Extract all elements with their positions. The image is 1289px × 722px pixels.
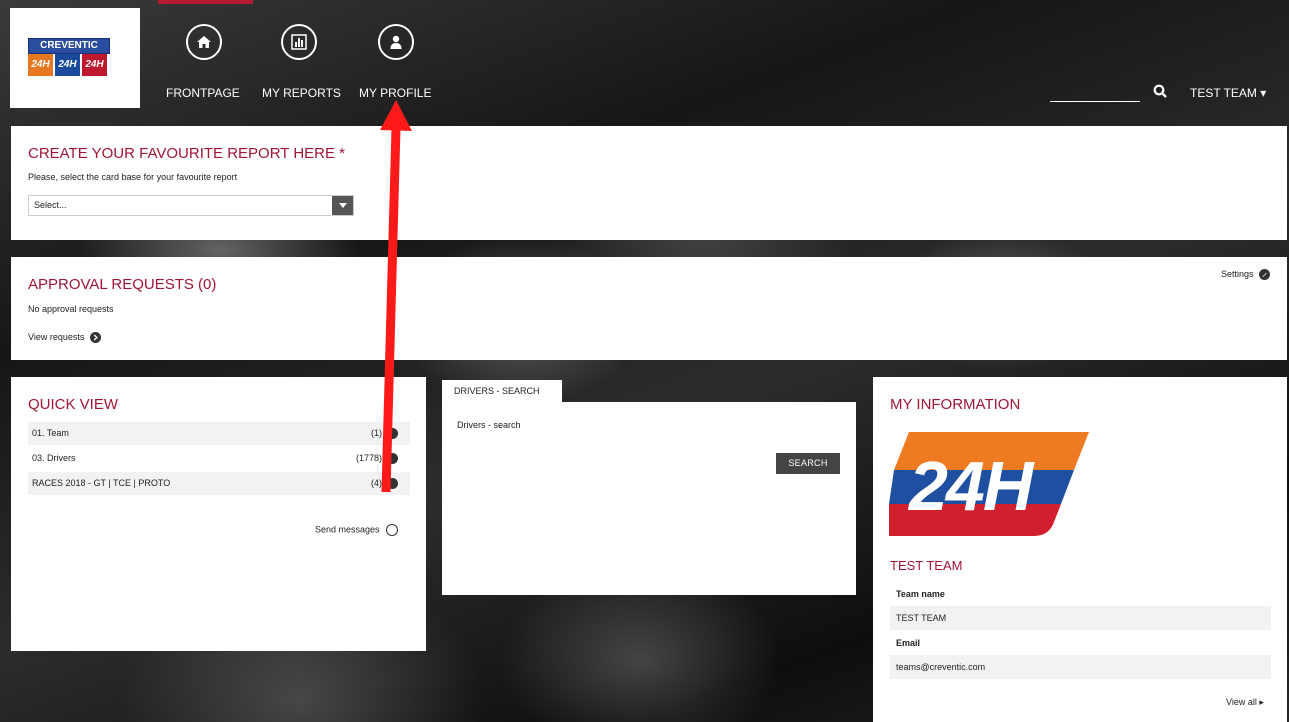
email-value: teams@creventic.com <box>890 655 1271 679</box>
logo-tile: 24H <box>82 54 107 76</box>
list-item[interactable]: RACES 2018 - GT | TCE | PROTO (4) <box>28 472 410 495</box>
team-title: TEST TEAM <box>890 558 963 573</box>
quick-view-panel: QUICK VIEW <box>11 377 426 651</box>
list-item-label: 01. Team <box>32 428 69 438</box>
arrow-circle-icon <box>387 428 398 439</box>
view-all-link[interactable]: View all ▸ <box>1226 697 1264 708</box>
bar-chart-icon[interactable] <box>281 24 317 60</box>
drivers-search-panel: Drivers - search <box>442 402 856 595</box>
list-item-label: RACES 2018 - GT | TCE | PROTO <box>32 478 171 488</box>
logo-tile: 24H <box>55 54 80 76</box>
user-menu[interactable]: TEST TEAM ▾ <box>1190 86 1266 100</box>
card-base-select[interactable]: Select... <box>28 195 354 216</box>
logo-tile: 24H <box>28 54 53 76</box>
home-icon[interactable] <box>186 24 222 60</box>
team-name-value: TEST TEAM <box>890 606 1271 630</box>
approval-requests-panel: APPROVAL REQUESTS (0) No approval reques… <box>11 257 1287 360</box>
nav-frontpage[interactable]: FRONTPAGE <box>166 86 240 100</box>
logo-title: CREVENTIC <box>28 38 110 54</box>
list-item[interactable]: 01. Team (1) <box>28 422 410 445</box>
search-input[interactable] <box>1050 101 1140 102</box>
list-item[interactable]: 03. Drivers (1778) <box>28 447 410 470</box>
favourite-title: CREATE YOUR FAVOURITE REPORT HERE * <box>28 145 346 162</box>
arrow-circle-icon <box>387 453 398 464</box>
email-label: Email <box>896 638 921 648</box>
view-requests-link[interactable]: View requests <box>28 332 101 344</box>
settings-label: Settings <box>1220 269 1254 279</box>
arrow-circle-icon <box>89 332 101 344</box>
chevron-down-icon[interactable] <box>332 196 353 215</box>
send-messages-link[interactable]: Send messages <box>315 524 399 536</box>
settings-link[interactable]: Settings <box>1220 269 1270 281</box>
my-information-title: MY INFORMATION <box>890 396 1021 413</box>
list-item-count: (4) <box>371 478 382 488</box>
search-button[interactable]: SEARCH <box>776 453 840 474</box>
caret-right-icon: ▸ <box>1259 697 1264 707</box>
logo-tiles: 24H 24H 24H <box>28 54 107 76</box>
drivers-search-label: Drivers - search <box>457 420 521 430</box>
tab-drivers-search[interactable]: DRIVERS - SEARCH <box>442 380 562 402</box>
search-icon[interactable] <box>1153 84 1167 101</box>
view-all-label: View all <box>1226 697 1257 707</box>
top-accent-bar <box>158 0 253 4</box>
send-messages-label: Send messages <box>315 524 380 535</box>
select-value: Select... <box>34 200 67 210</box>
logo[interactable]: CREVENTIC 24H 24H 24H <box>10 8 140 108</box>
list-item-count: (1) <box>371 428 382 438</box>
pencil-icon <box>1259 269 1270 281</box>
view-requests-label: View requests <box>28 332 85 342</box>
favourite-report-panel: CREATE YOUR FAVOURITE REPORT HERE * Plea… <box>11 126 1287 240</box>
list-item-count: (1778) <box>355 453 382 463</box>
message-icon <box>386 524 399 536</box>
approval-empty-text: No approval requests <box>28 304 114 314</box>
team-name-label: Team name <box>896 589 945 599</box>
approval-title: APPROVAL REQUESTS (0) <box>28 276 217 293</box>
favourite-hint: Please, select the card base for your fa… <box>28 172 238 182</box>
nav-my-profile[interactable]: MY PROFILE <box>359 86 431 100</box>
nav-my-reports[interactable]: MY REPORTS <box>262 86 341 100</box>
user-icon[interactable] <box>378 24 414 60</box>
list-item-label: 03. Drivers <box>32 453 76 463</box>
logo-text: 24H <box>909 447 1033 525</box>
arrow-circle-icon <box>387 478 398 489</box>
quick-view-title: QUICK VIEW <box>28 396 119 413</box>
team-logo: 24H <box>889 432 1089 538</box>
